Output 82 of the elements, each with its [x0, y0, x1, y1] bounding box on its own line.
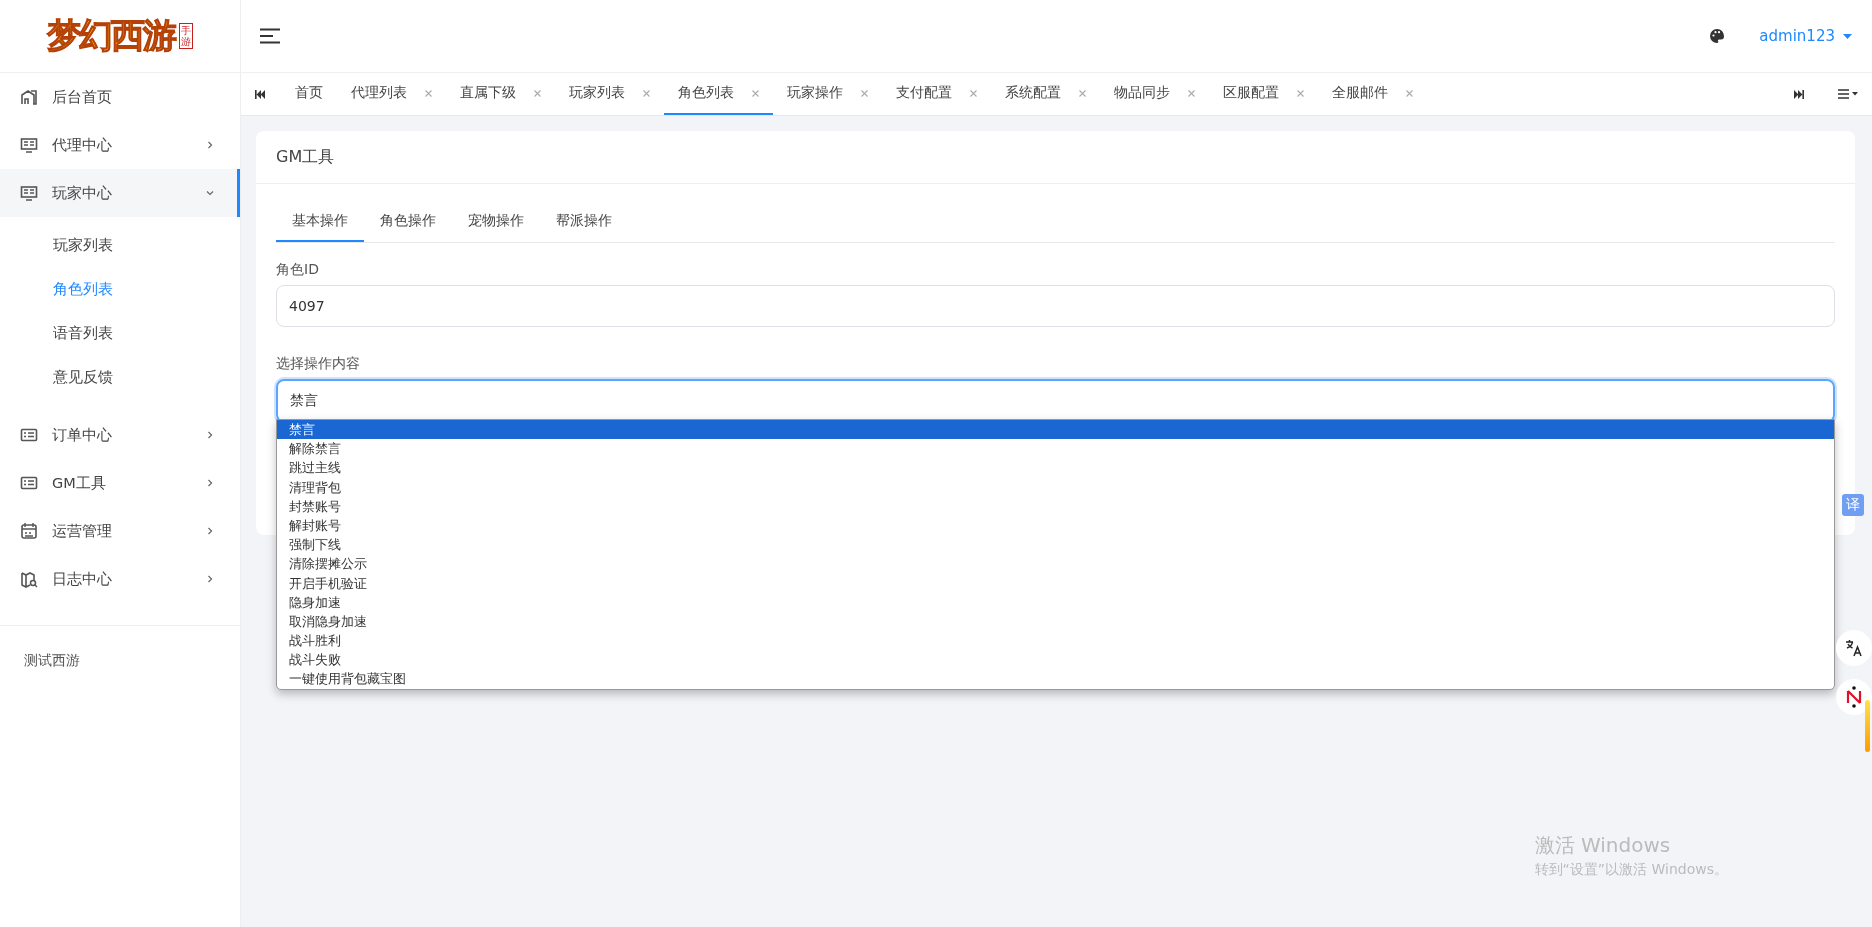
sidebar-subitem[interactable]: 语音列表 [0, 311, 240, 355]
calendar-icon [20, 522, 38, 540]
sidebar-item[interactable]: 代理中心 [0, 121, 240, 169]
chevron-icon [206, 189, 214, 197]
sidebar-subitem[interactable]: 角色列表 [0, 267, 240, 311]
card-title: GM工具 [276, 146, 335, 168]
dropdown-option[interactable]: 清理背包 [277, 477, 1834, 497]
chevron-icon [206, 527, 214, 535]
translate-icon[interactable] [1845, 639, 1863, 657]
activation-text: 转到“设置”以激活 Windows。 [1534, 861, 1728, 879]
page-tab[interactable]: 首页 [265, 73, 337, 115]
home-icon [20, 88, 38, 106]
operation-tab[interactable]: 宠物操作 [452, 202, 540, 242]
menu-icon[interactable] [259, 28, 281, 44]
dropdown-option[interactable]: 解除禁言 [277, 439, 1834, 459]
close-icon[interactable] [1297, 89, 1304, 97]
logo-badge: 手游 [179, 23, 193, 49]
dropdown-option[interactable]: 取消隐身加速 [277, 611, 1834, 632]
page-tab[interactable]: 支付配置 [882, 73, 991, 115]
sidebar-item[interactable]: 订单中心 [0, 411, 240, 459]
skip-first-icon[interactable] [255, 89, 265, 99]
user-menu[interactable]: admin123 [1759, 27, 1852, 45]
page-tab[interactable]: 玩家列表 [555, 73, 664, 115]
activation-title: 激活 Windows [1534, 832, 1672, 859]
close-icon[interactable] [861, 89, 868, 97]
operation-tab[interactable]: 基本操作 [276, 202, 364, 242]
monitor-icon [20, 184, 38, 202]
dropdown-option[interactable]: 跳过主线 [277, 458, 1834, 478]
close-icon[interactable] [752, 89, 759, 97]
network-icon[interactable] [1844, 686, 1864, 708]
sidebar-subitem[interactable]: 玩家列表 [0, 223, 240, 267]
close-icon[interactable] [1406, 89, 1413, 97]
page-tab[interactable]: 区服配置 [1209, 73, 1318, 115]
dropdown-option[interactable]: 禁言 [277, 420, 1834, 440]
operation-tab[interactable]: 角色操作 [364, 202, 452, 242]
page-tab[interactable]: 全服邮件 [1318, 73, 1427, 115]
dropdown-option[interactable]: 一键使用背包藏宝图 [277, 669, 1834, 689]
dropdown-option[interactable]: 强制下线 [277, 535, 1834, 555]
map-search-icon [20, 570, 38, 588]
sidebar-item[interactable]: 后台首页 [0, 73, 240, 121]
dropdown-option[interactable]: 封禁账号 [277, 496, 1834, 516]
chevron-icon [206, 575, 214, 583]
close-icon[interactable] [1188, 89, 1195, 97]
sidebar-subitem[interactable]: 意见反馈 [0, 355, 240, 399]
skip-last-icon[interactable] [1794, 89, 1804, 99]
project-name: 测试西游 [24, 652, 80, 668]
monitor-icon [20, 136, 38, 154]
list-icon [20, 426, 38, 444]
page-tab[interactable]: 角色列表 [664, 73, 773, 115]
dropdown-option[interactable]: 战斗失败 [277, 650, 1834, 670]
sidebar-item[interactable]: 玩家中心 [0, 169, 240, 217]
scroll-indicator [1865, 700, 1870, 752]
field-label: 角色ID [276, 261, 320, 279]
role-id-field[interactable]: 4097 [276, 285, 1835, 327]
close-icon[interactable] [970, 89, 977, 97]
page-tab[interactable]: 代理列表 [337, 73, 446, 115]
game-logo: 梦幻西游 [47, 14, 175, 57]
sidebar-item[interactable]: 运营管理 [0, 507, 240, 555]
dropdown-option[interactable]: 战斗胜利 [277, 631, 1834, 651]
dropdown-option[interactable]: 清除摆摊公示 [277, 554, 1834, 574]
dropdown-option[interactable]: 解封账号 [277, 515, 1834, 536]
dropdown-option[interactable]: 开启手机验证 [277, 573, 1834, 593]
menu-icon[interactable] [1838, 89, 1858, 99]
close-icon[interactable] [534, 89, 541, 97]
sidebar-item[interactable]: 日志中心 [0, 555, 240, 603]
page-tab[interactable]: 直属下级 [446, 73, 555, 115]
page-tab[interactable]: 物品同步 [1100, 73, 1209, 115]
page-tab[interactable]: 系统配置 [991, 73, 1100, 115]
close-icon[interactable] [643, 89, 650, 97]
dropdown-option[interactable]: 隐身加速 [277, 592, 1834, 612]
field-label: 选择操作内容 [276, 355, 361, 373]
chevron-icon [206, 141, 214, 149]
close-icon[interactable] [1079, 89, 1086, 97]
close-icon[interactable] [425, 89, 432, 97]
caret-icon [1843, 33, 1852, 39]
page-tab[interactable]: 玩家操作 [773, 73, 882, 115]
chevron-icon [206, 479, 214, 487]
sidebar-item[interactable]: GM工具 [0, 459, 240, 507]
palette-icon[interactable] [1709, 28, 1726, 44]
chevron-icon [206, 431, 214, 439]
list-icon [20, 474, 38, 492]
operation-tab[interactable]: 帮派操作 [540, 202, 628, 242]
